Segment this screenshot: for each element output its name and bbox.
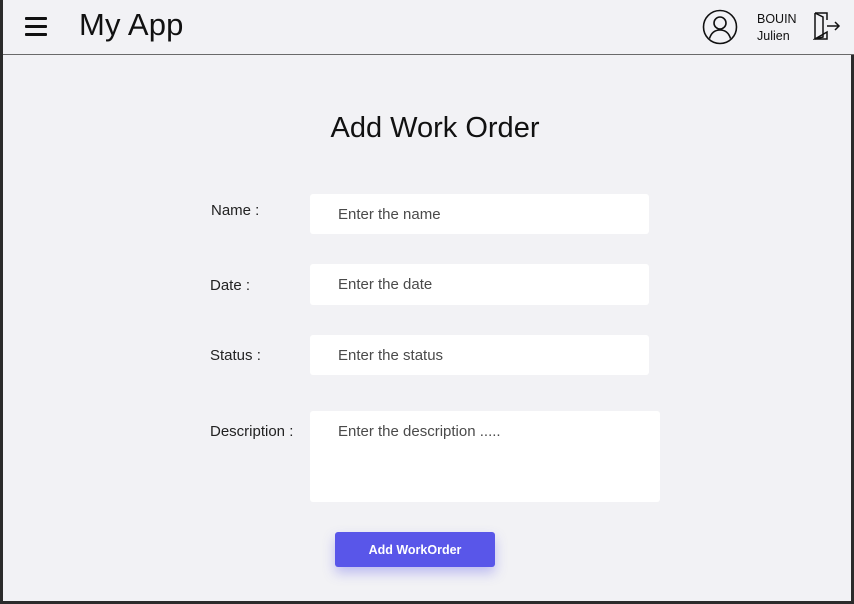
app-window: My App BOUIN Julien Add Work Order Name … [0, 0, 854, 604]
description-textarea[interactable] [310, 411, 660, 502]
app-title: My App [79, 7, 184, 42]
status-label: Status : [210, 347, 261, 364]
status-input[interactable] [310, 335, 649, 375]
page-title: Add Work Order [330, 112, 540, 144]
date-input[interactable] [310, 264, 649, 305]
top-navigation-bar: My App BOUIN Julien [3, 0, 854, 55]
menu-bar-middle [25, 25, 47, 28]
menu-bar-top [25, 17, 47, 20]
name-label: Name : [211, 202, 260, 219]
user-first-name: Julien [757, 29, 790, 43]
hamburger-menu-icon[interactable] [25, 16, 47, 38]
menu-bar-bottom [25, 33, 47, 36]
name-input[interactable] [310, 194, 649, 234]
add-workorder-button[interactable]: Add WorkOrder [335, 532, 495, 567]
user-avatar-icon[interactable] [702, 9, 738, 45]
user-name: BOUIN Julien [757, 11, 805, 45]
date-label: Date : [210, 277, 251, 294]
user-last-name: BOUIN [757, 12, 797, 26]
logout-icon[interactable] [813, 11, 841, 41]
description-label: Description : [210, 423, 294, 440]
